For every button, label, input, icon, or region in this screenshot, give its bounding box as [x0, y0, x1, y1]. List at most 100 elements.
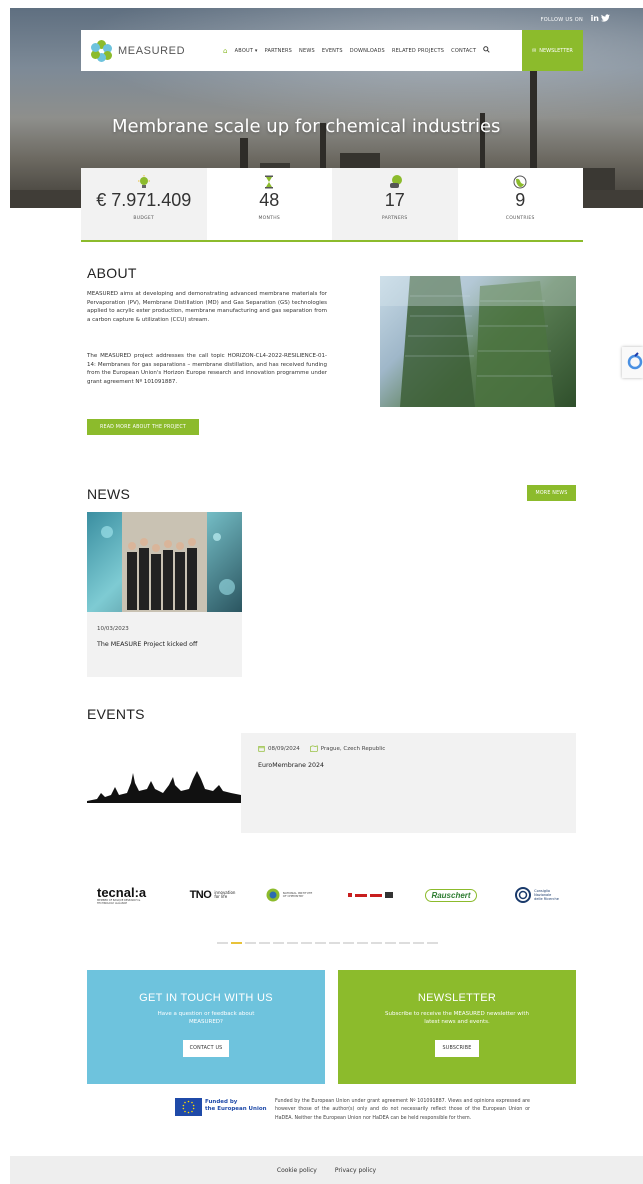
linkedin-icon[interactable]: in: [591, 14, 599, 23]
carousel-dot-active[interactable]: [231, 942, 242, 944]
stat-months-label: MONTHS: [258, 216, 281, 221]
carousel-dot[interactable]: [287, 942, 298, 944]
stat-countries-label: COUNTRIES: [505, 216, 535, 221]
calendar-icon: [258, 746, 265, 752]
carousel-dot[interactable]: [413, 942, 424, 944]
carousel-dot[interactable]: [245, 942, 256, 944]
newsletter-cta-title: NEWSLETTER: [417, 992, 497, 1004]
contact-cta-title: GET IN TOUCH WITH US: [139, 992, 273, 1004]
news-date: 10/03/2023: [97, 626, 129, 632]
event-image: [87, 733, 241, 833]
carousel-dot[interactable]: [301, 942, 312, 944]
stat-partners-value: 17: [384, 190, 405, 210]
read-more-about-button[interactable]: READ MORE ABOUT THE PROJECT: [87, 419, 199, 435]
contact-cta: GET IN TOUCH WITH US Have a question or …: [87, 970, 325, 1084]
newsletter-nav-button[interactable]: ✉ NEWSLETTER: [522, 30, 583, 71]
tno-subtext-2: for life: [214, 894, 228, 899]
rauschert-text: Rauschert: [425, 888, 477, 902]
cookie-policy-link[interactable]: Cookie policy: [277, 1167, 317, 1174]
eu-funded-label: Funded by the European Union: [205, 1099, 267, 1112]
privacy-policy-link[interactable]: Privacy policy: [335, 1167, 376, 1174]
nav-downloads[interactable]: DOWNLOADS: [350, 48, 385, 54]
eu-flag-icon: [175, 1098, 202, 1116]
contact-cta-text: Have a question or feedback about MEASUR…: [157, 1011, 255, 1025]
tno-text: TNO: [189, 889, 212, 901]
main-menu: ⌂ ABOUT ▾ PARTNERS NEWS EVENTS DOWNLOADS…: [223, 46, 490, 55]
carousel-dot[interactable]: [357, 942, 368, 944]
search-icon[interactable]: [483, 46, 490, 55]
nav-about[interactable]: ABOUT ▾: [235, 48, 258, 54]
carousel-dot[interactable]: [217, 942, 228, 944]
stat-budget-value: € 7.971.409: [96, 190, 192, 210]
more-news-button[interactable]: MORE NEWS: [527, 485, 576, 501]
twitter-icon[interactable]: [601, 14, 610, 24]
events-heading: EVENTS: [87, 706, 145, 722]
event-date: 08/09/2024: [268, 745, 300, 752]
subscribe-button[interactable]: SUBSCRIBE: [435, 1040, 479, 1057]
event-meta: 08/09/2024 Prague, Czech Republic: [258, 745, 385, 752]
nic-text-2: OF CHEMISTRY: [282, 894, 304, 898]
partner-logo-cnr[interactable]: Consiglio Nazionale delle Ricerche: [505, 880, 569, 910]
carousel-dot[interactable]: [385, 942, 396, 944]
footer: Cookie policy Privacy policy: [10, 1156, 643, 1184]
carousel-dot[interactable]: [315, 942, 326, 944]
cnr-text-3: delle Ricerche: [534, 897, 559, 901]
logo-text: MEASURED: [118, 44, 186, 57]
nav-news[interactable]: NEWS: [299, 48, 315, 54]
newsletter-cta-text: Subscribe to receive the MEASURED newsle…: [385, 1011, 529, 1025]
newsletter-nav-label: NEWSLETTER: [539, 47, 573, 54]
partner-logo-tecnalia[interactable]: tecnal:a MEMBER OF BASQUE RESEARCH & TEC…: [97, 880, 167, 910]
nav-contact[interactable]: CONTACT: [451, 48, 476, 54]
carousel-dot[interactable]: [427, 942, 438, 944]
main-navbar: MEASURED ⌂ ABOUT ▾ PARTNERS NEWS EVENTS …: [81, 30, 583, 71]
partner-logo-tno[interactable]: TNO innovation for life: [180, 880, 245, 910]
recaptcha-badge[interactable]: [622, 347, 643, 378]
logo-mark-icon: [91, 39, 113, 62]
handshake-icon: [388, 174, 402, 188]
stat-budget-label: BUDGET: [133, 216, 155, 221]
stat-budget: € 7.971.409 BUDGET: [81, 168, 207, 240]
about-paragraph-1: MEASURED aims at developing and demonstr…: [87, 291, 327, 323]
event-location: Prague, Czech Republic: [320, 745, 386, 752]
carousel-dot[interactable]: [329, 942, 340, 944]
about-image: [380, 276, 576, 407]
page: FOLLOW US ON in Membrane scale up for ch…: [0, 0, 643, 1184]
lightbulb-icon: [137, 174, 151, 188]
partner-logos: tecnal:a MEMBER OF BASQUE RESEARCH & TEC…: [87, 880, 576, 910]
carousel-dot[interactable]: [343, 942, 354, 944]
partner-logo-nic[interactable]: NATIONAL INSTITUTE OF CHEMISTRY: [259, 880, 319, 910]
stat-countries-value: 9: [515, 190, 526, 210]
carousel-dot[interactable]: [371, 942, 382, 944]
hero-title: Membrane scale up for chemical industrie…: [112, 116, 501, 137]
cnr-emblem-icon: [515, 887, 532, 903]
contact-us-button[interactable]: CONTACT US: [182, 1040, 230, 1057]
carousel-dot[interactable]: [273, 942, 284, 944]
eu-funded-line-2: the European Union: [205, 1105, 267, 1112]
nav-events[interactable]: EVENTS: [322, 48, 343, 54]
news-headline[interactable]: The MEASURE Project kicked off: [97, 641, 197, 648]
partner-logo-rauschert[interactable]: Rauschert: [420, 880, 482, 910]
nav-related-projects[interactable]: RELATED PROJECTS: [392, 48, 444, 54]
envelope-icon: ✉: [532, 47, 537, 54]
event-name[interactable]: EuroMembrane 2024: [258, 762, 324, 769]
news-card[interactable]: 10/03/2023 The MEASURE Project kicked of…: [87, 512, 242, 677]
map-icon: [310, 745, 318, 752]
stat-partners: 17 PARTNERS: [332, 168, 458, 240]
stat-countries: 9 COUNTRIES: [457, 168, 583, 240]
tecnalia-subtext: MEMBER OF BASQUE RESEARCH & TECHNOLOGY A…: [97, 898, 141, 905]
tecnalia-text: tecnal:a: [97, 884, 147, 900]
event-card[interactable]: 08/09/2024 Prague, Czech Republic EuroMe…: [87, 733, 576, 833]
stat-months: 48 MONTHS: [206, 168, 332, 240]
nav-partners[interactable]: PARTNERS: [265, 48, 292, 54]
carousel-dot[interactable]: [259, 942, 270, 944]
carousel-dot[interactable]: [399, 942, 410, 944]
news-image: [87, 512, 242, 612]
newsletter-cta: NEWSLETTER Subscribe to receive the MEAS…: [338, 970, 576, 1084]
about-heading: ABOUT: [87, 265, 137, 281]
partner-logo-university[interactable]: [340, 880, 400, 910]
site-logo[interactable]: MEASURED: [91, 39, 211, 62]
home-icon[interactable]: ⌂: [223, 47, 228, 55]
about-paragraph-2: The MEASURED project addresses the call …: [87, 353, 327, 385]
stat-partners-label: PARTNERS: [381, 216, 408, 221]
carousel-dots: [217, 942, 438, 944]
